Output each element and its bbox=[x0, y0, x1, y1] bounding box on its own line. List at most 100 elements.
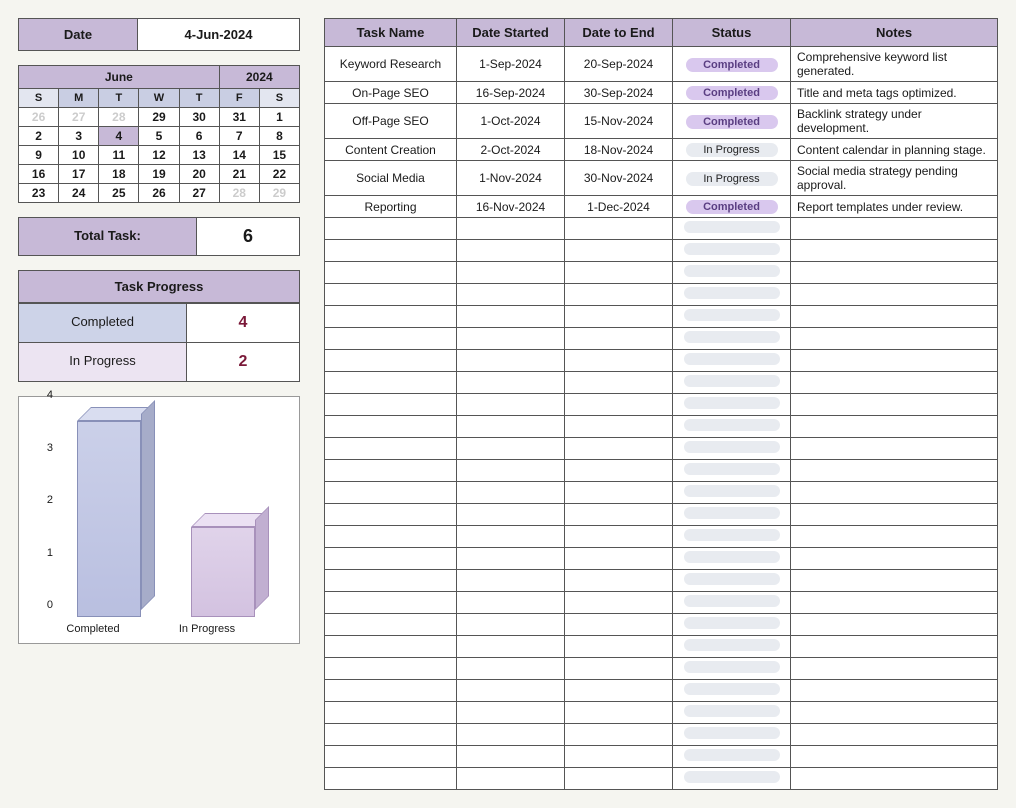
calendar-day[interactable]: 18 bbox=[99, 165, 139, 184]
empty-cell bbox=[673, 350, 791, 372]
calendar-day[interactable]: 13 bbox=[179, 146, 219, 165]
task-notes-cell: Content calendar in planning stage. bbox=[791, 139, 998, 161]
calendar-day[interactable]: 30 bbox=[179, 108, 219, 127]
calendar-day[interactable]: 28 bbox=[219, 184, 259, 203]
calendar-day[interactable]: 27 bbox=[59, 108, 99, 127]
empty-cell bbox=[457, 526, 565, 548]
empty-cell bbox=[565, 306, 673, 328]
empty-cell bbox=[565, 460, 673, 482]
task-notes-cell: Comprehensive keyword list generated. bbox=[791, 47, 998, 82]
calendar-day[interactable]: 8 bbox=[259, 127, 299, 146]
calendar-day[interactable]: 20 bbox=[179, 165, 219, 184]
calendar-day[interactable]: 6 bbox=[179, 127, 219, 146]
calendar-day[interactable]: 2 bbox=[19, 127, 59, 146]
calendar-day[interactable]: 16 bbox=[19, 165, 59, 184]
task-progress-title: Task Progress bbox=[19, 271, 299, 303]
empty-cell bbox=[325, 592, 457, 614]
calendar-day[interactable]: 29 bbox=[139, 108, 179, 127]
calendar-day[interactable]: 27 bbox=[179, 184, 219, 203]
calendar-day[interactable]: 1 bbox=[259, 108, 299, 127]
calendar-day[interactable]: 11 bbox=[99, 146, 139, 165]
total-task-box: Total Task: 6 bbox=[18, 217, 300, 256]
table-row-empty bbox=[325, 460, 998, 482]
empty-cell bbox=[673, 482, 791, 504]
empty-cell bbox=[673, 768, 791, 790]
empty-cell bbox=[791, 394, 998, 416]
calendar-day[interactable]: 23 bbox=[19, 184, 59, 203]
calendar-dow: W bbox=[139, 89, 179, 108]
empty-cell bbox=[673, 394, 791, 416]
empty-cell bbox=[673, 240, 791, 262]
calendar-day[interactable]: 3 bbox=[59, 127, 99, 146]
calendar-day[interactable]: 15 bbox=[259, 146, 299, 165]
empty-cell bbox=[325, 526, 457, 548]
empty-cell bbox=[791, 262, 998, 284]
empty-cell bbox=[791, 680, 998, 702]
empty-cell bbox=[673, 746, 791, 768]
progress-inprogress-label: In Progress bbox=[19, 343, 187, 381]
empty-cell bbox=[457, 460, 565, 482]
calendar-day[interactable]: 31 bbox=[219, 108, 259, 127]
calendar-dow: T bbox=[179, 89, 219, 108]
task-table-header: Task Name bbox=[325, 19, 457, 47]
chart-y-tick: 3 bbox=[47, 442, 53, 454]
calendar-day[interactable]: 14 bbox=[219, 146, 259, 165]
empty-cell bbox=[457, 262, 565, 284]
calendar-day[interactable]: 5 bbox=[139, 127, 179, 146]
calendar-day[interactable]: 12 bbox=[139, 146, 179, 165]
task-status-cell: In Progress bbox=[673, 161, 791, 196]
empty-cell bbox=[565, 218, 673, 240]
empty-cell bbox=[565, 240, 673, 262]
empty-cell bbox=[565, 262, 673, 284]
calendar-day[interactable]: 4 bbox=[99, 127, 139, 146]
status-pill: Completed bbox=[686, 115, 778, 129]
empty-cell bbox=[325, 746, 457, 768]
empty-cell bbox=[791, 218, 998, 240]
calendar-day[interactable]: 17 bbox=[59, 165, 99, 184]
status-pill-empty bbox=[684, 551, 780, 563]
table-row-empty bbox=[325, 768, 998, 790]
task-end-cell: 18-Nov-2024 bbox=[565, 139, 673, 161]
empty-cell bbox=[325, 240, 457, 262]
empty-cell bbox=[791, 636, 998, 658]
empty-cell bbox=[673, 372, 791, 394]
table-row-empty bbox=[325, 504, 998, 526]
status-pill-empty bbox=[684, 265, 780, 277]
empty-cell bbox=[325, 614, 457, 636]
task-end-cell: 20-Sep-2024 bbox=[565, 47, 673, 82]
calendar-day[interactable]: 28 bbox=[99, 108, 139, 127]
calendar-day[interactable]: 25 bbox=[99, 184, 139, 203]
empty-cell bbox=[457, 240, 565, 262]
status-pill-empty bbox=[684, 243, 780, 255]
status-pill-empty bbox=[684, 749, 780, 761]
empty-cell bbox=[325, 504, 457, 526]
task-progress-chart: 01234 CompletedIn Progress bbox=[18, 396, 300, 644]
table-row-empty bbox=[325, 416, 998, 438]
calendar-day[interactable]: 26 bbox=[139, 184, 179, 203]
calendar-day[interactable]: 29 bbox=[259, 184, 299, 203]
calendar-day[interactable]: 9 bbox=[19, 146, 59, 165]
calendar-day[interactable]: 7 bbox=[219, 127, 259, 146]
calendar-day[interactable]: 19 bbox=[139, 165, 179, 184]
task-name-cell: Social Media bbox=[325, 161, 457, 196]
empty-cell bbox=[791, 328, 998, 350]
calendar-day[interactable]: 21 bbox=[219, 165, 259, 184]
empty-cell bbox=[565, 438, 673, 460]
table-row: Social Media1-Nov-202430-Nov-2024In Prog… bbox=[325, 161, 998, 196]
status-pill: Completed bbox=[686, 86, 778, 100]
calendar-day[interactable]: 22 bbox=[259, 165, 299, 184]
empty-cell bbox=[673, 262, 791, 284]
empty-cell bbox=[325, 768, 457, 790]
empty-cell bbox=[791, 482, 998, 504]
table-row-empty bbox=[325, 262, 998, 284]
calendar-day[interactable]: 10 bbox=[59, 146, 99, 165]
status-pill-empty bbox=[684, 221, 780, 233]
status-pill-empty bbox=[684, 705, 780, 717]
empty-cell bbox=[791, 746, 998, 768]
calendar-day[interactable]: 24 bbox=[59, 184, 99, 203]
empty-cell bbox=[457, 218, 565, 240]
empty-cell bbox=[791, 548, 998, 570]
empty-cell bbox=[457, 482, 565, 504]
empty-cell bbox=[457, 548, 565, 570]
calendar-day[interactable]: 26 bbox=[19, 108, 59, 127]
